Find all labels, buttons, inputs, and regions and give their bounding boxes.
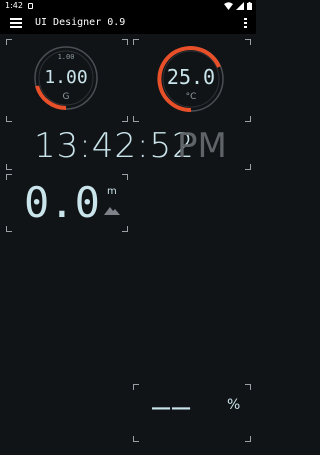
gforce-unit: G: [62, 92, 70, 102]
overflow-menu-icon[interactable]: [244, 18, 247, 28]
signal-icon: [236, 2, 244, 10]
status-time: 1:42: [5, 1, 23, 10]
gforce-value: 1.00: [44, 67, 88, 88]
app-title: UI Designer 0.9: [35, 17, 126, 28]
menu-icon[interactable]: [10, 18, 22, 28]
gforce-top-label: 1.00: [57, 53, 75, 61]
altitude-unit: m: [107, 186, 117, 197]
percent-unit: %: [227, 397, 241, 413]
status-bar: 1:42: [0, 0, 256, 12]
altitude-value: 0.0: [24, 178, 100, 227]
gforce-gauge: 1.00 1.00 G: [33, 45, 99, 111]
temperature-unit: °C: [185, 92, 197, 102]
notification-icon: [28, 3, 33, 9]
temperature-gauge: 25.0 °C: [157, 45, 225, 113]
mountain-icon: [104, 207, 120, 215]
wifi-icon: [224, 2, 233, 10]
clock-ampm: PM: [177, 126, 227, 166]
status-icons: [224, 2, 252, 10]
battery-icon: [247, 2, 252, 10]
clock-time: 13:42:52: [34, 126, 195, 166]
temperature-value: 25.0: [166, 65, 216, 89]
app-bar: UI Designer 0.9: [0, 12, 256, 34]
percent-value: ——: [152, 390, 193, 425]
